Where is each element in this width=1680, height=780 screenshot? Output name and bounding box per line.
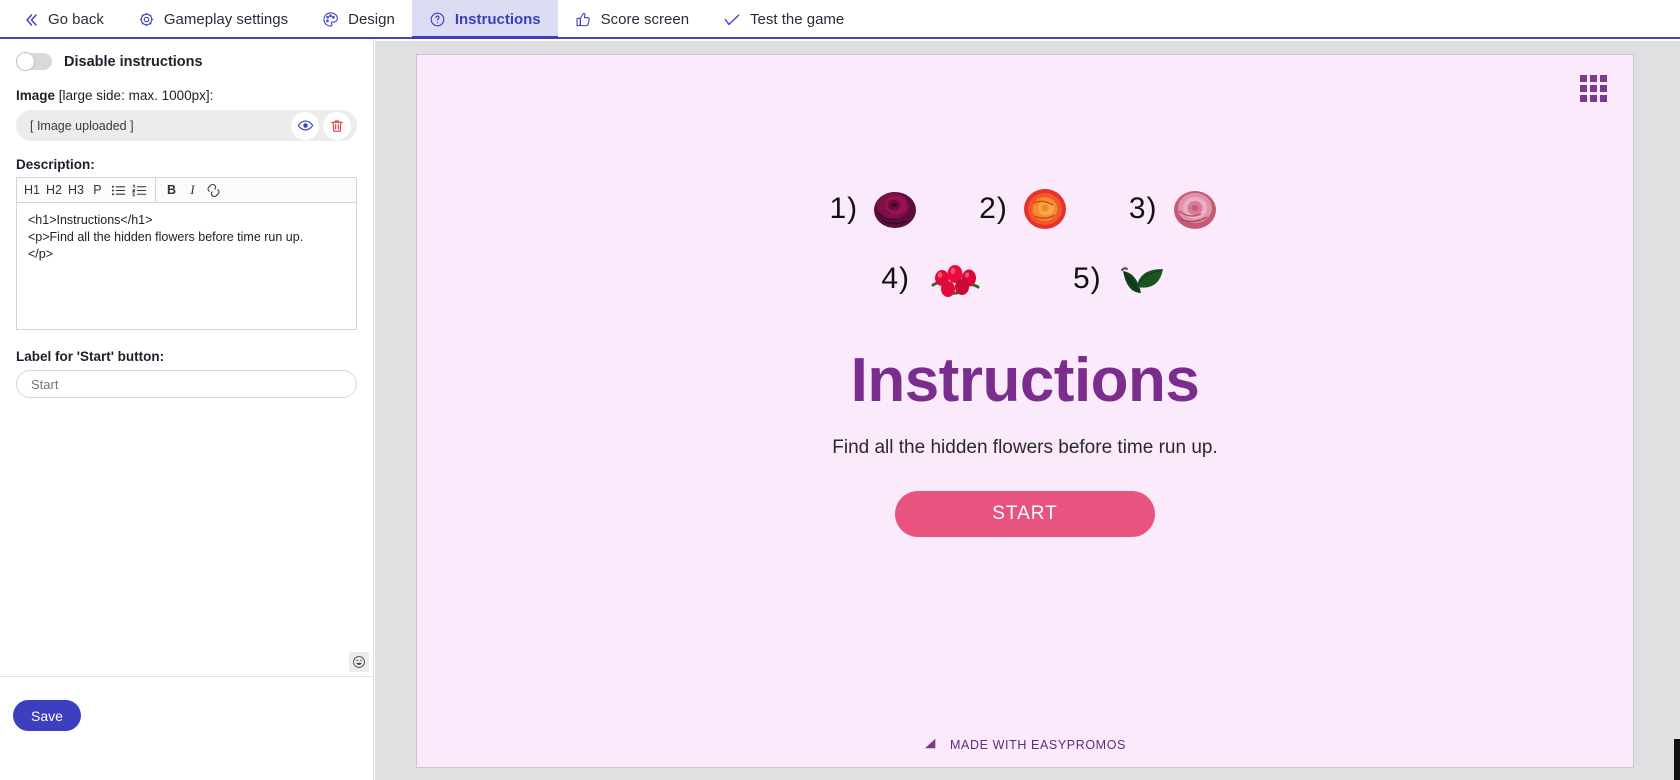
flower-legend-row-2: 4) 5) — [417, 253, 1633, 305]
thumbs-up-icon — [575, 11, 592, 28]
description-editor: H1 H2 H3 P B I <h1>Instructions</h1> <p>… — [16, 177, 369, 672]
pink-rose-icon — [1169, 183, 1221, 235]
grid-menu-icon[interactable] — [1580, 75, 1607, 102]
description-textarea[interactable]: <h1>Instructions</h1> <p>Find all the hi… — [17, 203, 356, 329]
description-label: Description: — [16, 157, 95, 172]
link-icon[interactable] — [203, 179, 224, 202]
nav-item-design[interactable]: Design — [305, 0, 412, 39]
flower-item-2: 2) — [979, 183, 1071, 235]
image-uploaded-row: [ Image uploaded ] — [16, 110, 357, 141]
page-scrollbar[interactable] — [1674, 39, 1680, 780]
paragraph-button[interactable]: P — [87, 179, 108, 202]
nav-label: Score screen — [600, 11, 690, 28]
save-button[interactable]: Save — [13, 700, 81, 731]
flower-number: 2) — [979, 192, 1008, 225]
dark-purple-rose-icon — [869, 183, 921, 235]
gear-icon — [138, 11, 155, 28]
toolbar-divider — [154, 177, 156, 203]
heading-2-button[interactable]: H2 — [43, 179, 65, 202]
game-preview-canvas: 1) 2) 3) 4) 5) Instructions Find all the… — [417, 55, 1633, 767]
trash-icon[interactable] — [323, 111, 351, 140]
nav-label: Instructions — [454, 11, 541, 28]
nav-label: Gameplay settings — [163, 11, 289, 28]
flower-legend-row-1: 1) 2) 3) — [417, 183, 1633, 235]
nav-label: Go back — [48, 11, 104, 28]
green-leaves-icon — [1113, 253, 1169, 305]
bold-button[interactable]: B — [161, 179, 182, 202]
easypromos-logo-icon — [924, 737, 941, 753]
disable-instructions-toggle[interactable] — [16, 52, 52, 71]
toggle-knob — [16, 52, 35, 71]
nav-item-score-screen[interactable]: Score screen — [558, 0, 706, 39]
disable-instructions-label: Disable instructions — [64, 53, 203, 70]
image-field-label: Image [large side: max. 1000px]: — [16, 88, 357, 103]
nav-item-gameplay-settings[interactable]: Gameplay settings — [121, 0, 305, 39]
sidebar-scroll-area: Disable instructions Image [large side: … — [0, 39, 373, 677]
flower-item-3: 3) — [1129, 183, 1221, 235]
page-scrollbar-thumb[interactable] — [1674, 739, 1680, 780]
image-label-bold: Image — [16, 88, 56, 103]
nav-label: Design — [348, 11, 395, 28]
preview-title: Instructions — [850, 346, 1200, 415]
emoji-icon[interactable] — [349, 652, 369, 672]
heading-3-button[interactable]: H3 — [65, 179, 87, 202]
start-button-label-title: Label for 'Start' button: — [16, 349, 165, 364]
flower-item-1: 1) — [829, 183, 921, 235]
nav-item-instructions[interactable]: Instructions — [411, 0, 558, 39]
preview-backdrop: 1) 2) 3) 4) 5) Instructions Find all the… — [375, 41, 1680, 780]
chevrons-left-icon — [23, 12, 39, 28]
image-label-hint: [large side: max. 1000px]: — [55, 88, 214, 103]
editor-toolbar: H1 H2 H3 P B I — [17, 177, 356, 203]
save-bar: Save — [0, 678, 373, 780]
top-navigation-bar: Go back Gameplay settings Design Instruc… — [0, 0, 1680, 39]
flower-number: 4) — [881, 262, 910, 295]
numbered-list-icon[interactable] — [129, 179, 150, 202]
check-icon — [723, 11, 741, 29]
flower-item-5: 5) — [1073, 253, 1169, 305]
question-circle-icon — [429, 11, 446, 28]
start-button[interactable]: START — [895, 491, 1155, 537]
nav-item-test-the-game[interactable]: Test the game — [706, 0, 861, 39]
flower-item-4: 4) — [881, 253, 993, 305]
bullet-list-icon[interactable] — [108, 179, 129, 202]
image-file-name: [ Image uploaded ] — [30, 118, 134, 133]
settings-sidebar: Disable instructions Image [large side: … — [0, 39, 374, 780]
flower-number: 5) — [1073, 262, 1102, 295]
preview-subtitle: Find all the hidden flowers before time … — [832, 437, 1218, 458]
eye-icon[interactable] — [291, 111, 319, 140]
flower-number: 1) — [829, 192, 859, 225]
flower-legend: 1) 2) 3) 4) 5) — [417, 183, 1633, 305]
orange-rose-icon — [1019, 183, 1071, 235]
palette-icon — [322, 11, 339, 28]
made-with-easypromos: MADE WITH EASYPROMOS — [417, 737, 1633, 753]
start-button-label-input[interactable] — [16, 370, 357, 398]
nav-item-go-back[interactable]: Go back — [6, 0, 121, 39]
heading-1-button[interactable]: H1 — [21, 179, 43, 202]
made-with-label: MADE WITH EASYPROMOS — [950, 738, 1126, 752]
flower-number: 3) — [1128, 192, 1158, 225]
italic-button[interactable]: I — [182, 179, 203, 202]
red-rose-hips-icon — [921, 253, 993, 305]
nav-label: Test the game — [750, 11, 845, 28]
disable-instructions-row: Disable instructions — [16, 52, 357, 71]
